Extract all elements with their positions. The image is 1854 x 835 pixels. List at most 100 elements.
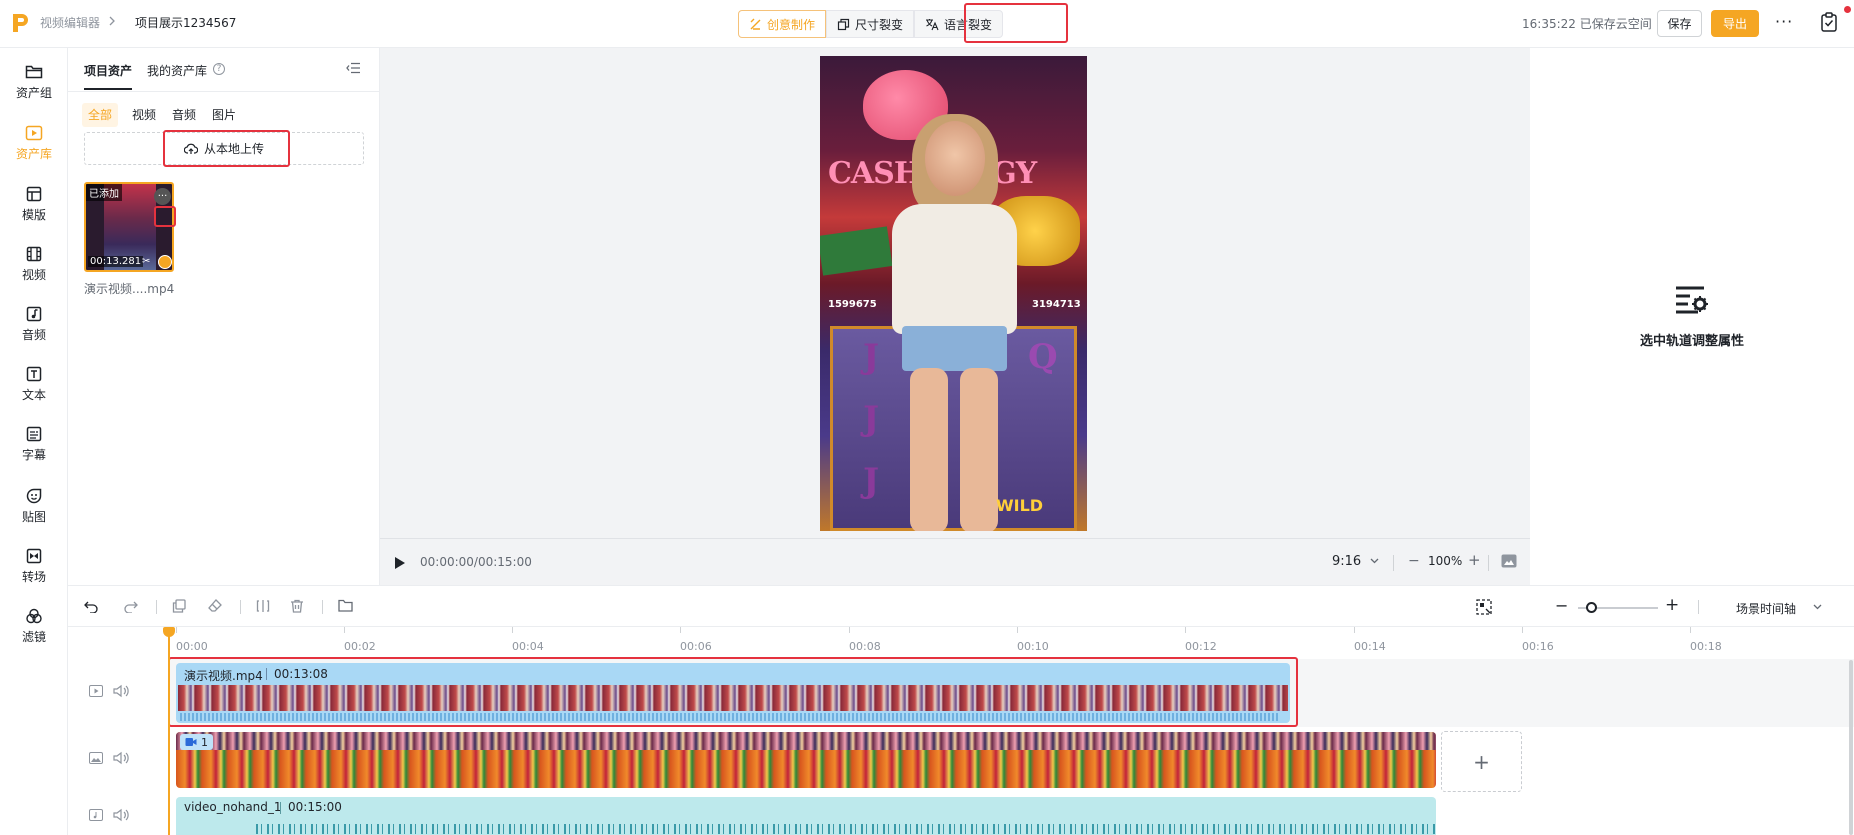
clip-waveform <box>180 713 1280 721</box>
breadcrumb-parent[interactable]: 视频编辑器 <box>40 14 100 31</box>
mode-creative[interactable]: 创意制作 <box>738 10 827 38</box>
save-button[interactable]: 保存 <box>1657 10 1702 37</box>
sidebar-item-asset-group[interactable]: 资产组 <box>0 64 68 116</box>
add-to-timeline-icon[interactable] <box>158 255 172 269</box>
timeline-zoom-out[interactable]: − <box>1555 596 1568 615</box>
asset-more-icon[interactable]: ··· <box>154 188 171 205</box>
music-note-icon <box>26 306 42 322</box>
volume-icon[interactable] <box>113 751 129 765</box>
top-bar: 视频编辑器 项目展示1234567 创意制作 尺寸裂变 语言裂变 16:35:2… <box>0 0 1854 48</box>
chevron-down-icon[interactable] <box>1813 604 1822 610</box>
preview-panel: CASH GY 1599675 3194713 J J J Q WILD 00:0… <box>380 48 1530 585</box>
split-icon[interactable] <box>256 599 270 613</box>
sidebar-item-text[interactable]: 文本 <box>0 366 68 418</box>
person-leg <box>960 368 998 531</box>
timeline-scrollbar[interactable] <box>1849 660 1853 835</box>
asset-thumbnail[interactable]: 已添加 ··· 00:13.281 ✂ <box>84 182 174 272</box>
add-clip-button[interactable]: + <box>1441 731 1522 792</box>
sidebar-item-transition[interactable]: 转场 <box>0 548 68 600</box>
tab-project-assets[interactable]: 项目资产 <box>84 62 132 79</box>
image-track-icon[interactable] <box>89 752 103 764</box>
help-icon[interactable]: ? <box>213 63 225 75</box>
fit-screen-icon[interactable] <box>1501 554 1517 568</box>
tab-my-assets[interactable]: 我的资产库 <box>147 62 207 79</box>
video-track-icon[interactable] <box>89 685 103 697</box>
timeline-zoom-in[interactable]: + <box>1665 595 1679 615</box>
play-icon[interactable] <box>394 556 406 570</box>
mode-language[interactable]: 语言裂变 <box>914 10 1004 38</box>
template-icon <box>26 186 42 202</box>
clip-filmstrip <box>178 685 1288 711</box>
ruler-tick: 00:00 <box>176 640 208 653</box>
mode-resize[interactable]: 尺寸裂变 <box>826 10 915 38</box>
music-track-icon[interactable] <box>89 809 103 821</box>
ruler-tick: 00:08 <box>849 640 881 653</box>
scene-timeline-select[interactable]: 场景时间轴 <box>1736 600 1796 617</box>
aspect-ratio-select[interactable]: 9:16 <box>1332 554 1361 569</box>
zoom-out-button[interactable]: − <box>1408 553 1420 569</box>
volume-icon[interactable] <box>113 808 129 822</box>
redo-icon[interactable] <box>124 599 138 613</box>
playhead[interactable] <box>168 627 170 835</box>
video-preview[interactable]: CASH GY 1599675 3194713 J J J Q WILD <box>820 56 1087 531</box>
delete-icon[interactable] <box>290 599 304 613</box>
filter-audio[interactable]: 音频 <box>172 103 196 127</box>
time-ruler[interactable]: 00:00 00:02 00:04 00:06 00:08 00:10 00:1… <box>68 627 1854 657</box>
sidebar-item-label: 转场 <box>21 570 46 584</box>
copy-icon[interactable] <box>172 599 186 613</box>
more-menu-icon[interactable]: ··· <box>1775 12 1793 31</box>
sidebar-item-audio[interactable]: 音频 <box>0 306 68 358</box>
volume-icon[interactable] <box>113 684 129 698</box>
ruler-tick: 00:06 <box>680 640 712 653</box>
sidebar-item-label: 视频 <box>21 268 46 282</box>
eraser-icon[interactable] <box>208 599 222 613</box>
asset-duration: 00:13.281 <box>88 256 144 267</box>
sidebar-item-template[interactable]: 模版 <box>0 186 68 238</box>
cloud-upload-icon <box>183 143 198 154</box>
undo-icon[interactable] <box>84 599 98 613</box>
scene-grid-icon[interactable] <box>1476 599 1492 615</box>
slot-symbol-j: J <box>863 399 880 439</box>
sidebar-item-sticker[interactable]: 贴图 <box>0 488 68 540</box>
active-tab-indicator <box>84 88 132 90</box>
audio-clip[interactable]: video_nohand_1 00:15:00 <box>176 797 1436 835</box>
slot-symbol-j: J <box>863 461 880 501</box>
sidebar-item-label: 文本 <box>21 388 46 402</box>
chevron-down-icon[interactable] <box>1370 558 1379 564</box>
upload-local-button[interactable]: 从本地上传 <box>84 132 364 165</box>
properties-panel: 选中轨道调整属性 <box>1530 48 1854 585</box>
sidebar-item-subtitle[interactable]: 字幕 <box>0 426 68 478</box>
zoom-in-button[interactable]: + <box>1468 551 1481 569</box>
filter-image[interactable]: 图片 <box>212 103 236 127</box>
filter-all[interactable]: 全部 <box>82 103 119 127</box>
sidebar-item-filter[interactable]: 滤镜 <box>0 608 68 660</box>
audio-waveform <box>256 824 1436 834</box>
task-list-icon[interactable] <box>1820 12 1838 32</box>
save-status: 16:35:22 已保存云空间 <box>1522 17 1652 31</box>
app-logo-icon[interactable] <box>10 12 32 34</box>
export-button[interactable]: 导出 <box>1711 10 1759 37</box>
asset-tools-icon[interactable]: ✂ <box>142 256 150 267</box>
divider <box>68 91 380 92</box>
folder-icon[interactable] <box>338 599 353 612</box>
mode-resize-label: 尺寸裂变 <box>855 17 904 32</box>
slot-symbol-q: Q <box>1028 337 1058 377</box>
filter-video[interactable]: 视频 <box>132 103 156 127</box>
ruler-tick: 00:10 <box>1017 640 1049 653</box>
sticker-icon <box>26 488 42 504</box>
overlay-badge: 1 <box>180 734 213 750</box>
jackpot-left: 1599675 <box>828 299 877 310</box>
collapse-panel-icon[interactable] <box>346 62 361 74</box>
main-video-clip[interactable]: 演示视频.mp4 00:13:08 <box>176 663 1290 723</box>
sidebar-item-asset-library[interactable]: 资产库 <box>0 125 68 177</box>
timeline-zoom-knob[interactable] <box>1586 602 1598 613</box>
controls-divider <box>380 538 1530 539</box>
asset-name: 演示视频....mp4 <box>84 282 175 296</box>
cash-stack-graphic <box>820 226 893 276</box>
sidebar-item-video[interactable]: 视频 <box>0 246 68 298</box>
sidebar-item-label: 字幕 <box>21 448 46 462</box>
overlay-filmstrip <box>176 732 1436 750</box>
overlay-clip[interactable]: 1 <box>176 732 1436 788</box>
project-name[interactable]: 项目展示1234567 <box>135 14 236 31</box>
divider <box>1488 555 1489 571</box>
